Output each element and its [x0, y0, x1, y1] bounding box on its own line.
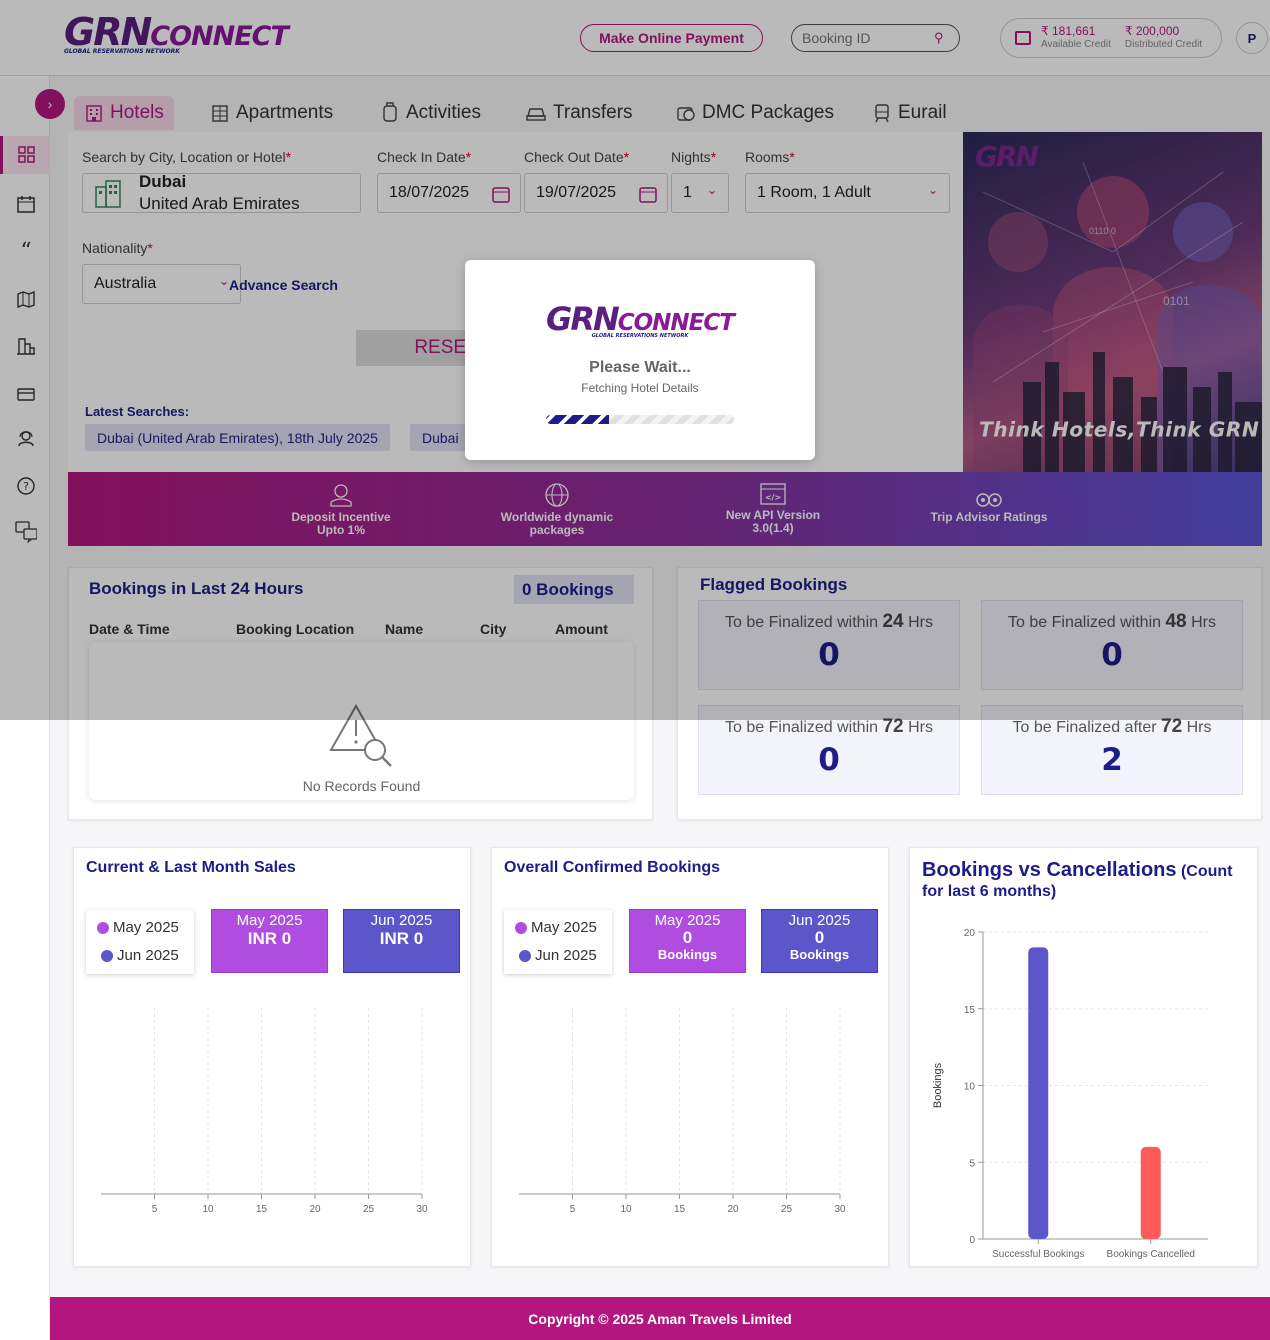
flag-after-72h-value: 2 — [1101, 742, 1123, 778]
x-tick-label: 10 — [620, 1204, 632, 1215]
x-tick-label: Successful Bookings — [992, 1249, 1084, 1260]
bar-successful-bookings — [1028, 947, 1049, 1239]
footer: Copyright © 2025 Aman Travels Limited — [50, 1297, 1270, 1340]
loading-dialog: GRNCONNECT GLOBAL RESERVATIONS NETWORK P… — [465, 260, 815, 460]
sales-title: Current & Last Month Sales — [86, 859, 296, 876]
x-tick-label: Bookings Cancelled — [1107, 1249, 1195, 1260]
legend-dot-may — [515, 922, 527, 935]
x-tick-label: 5 — [570, 1204, 576, 1215]
confirmed-legend: May 2025 Jun 2025 — [504, 910, 612, 974]
sales-legend: May 2025 Jun 2025 — [86, 910, 194, 974]
no-records-text: No Records Found — [302, 778, 421, 794]
x-tick-label: 25 — [781, 1204, 793, 1215]
bvc-title: Bookings vs Cancellations (Count for las… — [922, 859, 1233, 900]
flag-72h-value: 0 — [818, 742, 840, 778]
loader-logo: GRNCONNECT GLOBAL RESERVATIONS NETWORK — [546, 300, 735, 339]
x-tick-label: 20 — [727, 1204, 739, 1215]
y-tick-label: 5 — [969, 1158, 975, 1169]
x-tick-label: 15 — [674, 1204, 686, 1215]
y-axis-label: Bookings — [932, 1062, 944, 1108]
bar-bookings-cancelled — [1140, 1146, 1161, 1239]
x-tick-label: 10 — [202, 1204, 214, 1215]
legend-dot-may — [97, 922, 109, 935]
confirmed-bookings-card: Overall Confirmed Bookings May 2025 Jun … — [491, 847, 889, 1267]
y-tick-label: 0 — [969, 1235, 975, 1246]
y-tick-label: 15 — [964, 1005, 976, 1016]
legend-dot-jun — [519, 950, 531, 963]
loader-title: Please Wait... — [589, 359, 691, 376]
x-tick-label: 25 — [363, 1204, 375, 1215]
bookings-vs-cancellations-card: Bookings vs Cancellations (Count for las… — [909, 847, 1258, 1267]
sales-may-box: May 2025 INR 0 — [211, 909, 328, 973]
confirmed-jun-box: Jun 2025 0 Bookings — [761, 909, 878, 973]
y-tick-label: 20 — [964, 928, 976, 939]
x-tick-label: 30 — [416, 1204, 428, 1215]
confirmed-title: Overall Confirmed Bookings — [504, 859, 721, 876]
x-tick-label: 5 — [152, 1204, 158, 1215]
sales-jun-box: Jun 2025 INR 0 — [343, 909, 460, 973]
legend-dot-jun — [101, 950, 113, 963]
confirmed-may-box: May 2025 0 Bookings — [629, 909, 746, 973]
confirmed-chart: 5 10 15 20 25 30 — [519, 1008, 846, 1215]
x-tick-label: 30 — [834, 1204, 846, 1215]
x-tick-label: 15 — [256, 1204, 268, 1215]
loader-subtitle: Fetching Hotel Details — [581, 381, 699, 395]
sales-chart: 5 10 15 20 25 30 — [101, 1008, 428, 1215]
loader-progress-fill — [546, 415, 609, 424]
sales-card: Current & Last Month Sales May 2025 Jun … — [73, 847, 471, 1267]
x-tick-label: 20 — [309, 1204, 321, 1215]
y-tick-label: 10 — [964, 1082, 976, 1093]
loader-progress-bar — [546, 415, 734, 424]
bvc-bar-chart: 0 5 10 15 20 Bookings Successful Bookings Booki… — [932, 928, 1208, 1260]
